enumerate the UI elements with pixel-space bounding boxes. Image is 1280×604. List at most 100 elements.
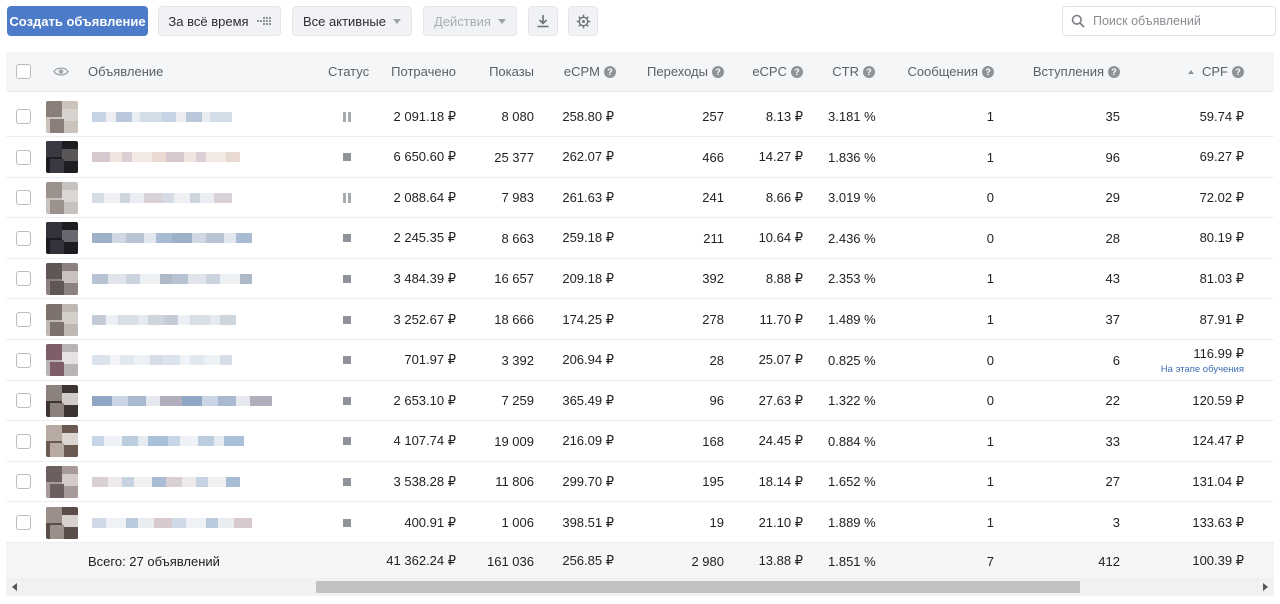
period-button[interactable]: За всё время bbox=[158, 6, 281, 36]
row-checkbox-cell[interactable] bbox=[16, 178, 32, 217]
ad-thumbnail[interactable] bbox=[46, 262, 78, 295]
row-checkbox-cell[interactable] bbox=[16, 341, 32, 380]
row-checkbox-cell[interactable] bbox=[16, 259, 32, 298]
stop-icon[interactable] bbox=[343, 153, 351, 162]
select-all-checkbox[interactable] bbox=[16, 64, 31, 79]
stop-icon[interactable] bbox=[343, 356, 351, 365]
learning-stage-note[interactable]: На этапе обучения bbox=[1161, 364, 1244, 375]
ad-name[interactable] bbox=[92, 97, 292, 136]
row-checkbox[interactable] bbox=[16, 149, 31, 165]
filter-dropdown[interactable]: Все активные bbox=[292, 6, 412, 36]
ad-name[interactable] bbox=[92, 341, 292, 380]
stop-icon[interactable] bbox=[343, 396, 351, 405]
actions-dropdown[interactable]: Действия bbox=[423, 6, 517, 36]
stop-icon[interactable] bbox=[343, 437, 351, 446]
ad-thumbnail[interactable] bbox=[46, 425, 78, 458]
row-checkbox[interactable] bbox=[16, 109, 31, 124]
table-row[interactable]: 2 653.10 ₽ 7 259 365.49 ₽ 96 27.63 ₽ 1.322 % 0… bbox=[6, 381, 1274, 422]
row-checkbox-cell[interactable] bbox=[16, 138, 32, 177]
ad-thumbnail[interactable] bbox=[46, 303, 78, 336]
help-icon[interactable]: ? bbox=[791, 65, 803, 78]
ad-name[interactable] bbox=[92, 259, 292, 298]
stop-icon[interactable] bbox=[343, 315, 351, 324]
create-ad-button[interactable]: Создать объявление bbox=[7, 6, 148, 36]
table-row[interactable]: 2 245.35 ₽ 8 663 259.18 ₽ 211 10.64 ₽ 2.436 %… bbox=[6, 218, 1274, 259]
visibility-toggle[interactable] bbox=[53, 52, 71, 91]
help-icon[interactable]: ? bbox=[604, 65, 616, 78]
ad-name[interactable] bbox=[92, 300, 292, 339]
scrollbar-thumb[interactable] bbox=[316, 581, 1080, 593]
column-messages[interactable]: Сообщения? bbox=[886, 52, 994, 91]
horizontal-scrollbar[interactable] bbox=[6, 578, 1274, 596]
table-row[interactable]: 3 252.67 ₽ 18 666 174.25 ₽ 278 11.70 ₽ 1.489 … bbox=[6, 300, 1274, 340]
ad-thumbnail[interactable] bbox=[46, 141, 78, 174]
table-row[interactable]: 6 650.60 ₽ 25 377 262.07 ₽ 466 14.27 ₽ 1.836 … bbox=[6, 137, 1274, 178]
ad-name[interactable] bbox=[92, 422, 292, 461]
pause-icon[interactable] bbox=[343, 192, 351, 203]
column-ecpm[interactable]: eCPM? bbox=[546, 52, 616, 91]
ad-name[interactable] bbox=[92, 178, 292, 217]
row-checkbox-cell[interactable] bbox=[16, 422, 32, 461]
column-status-label: Статус bbox=[328, 64, 370, 79]
row-checkbox-cell[interactable] bbox=[16, 97, 32, 136]
help-icon[interactable]: ? bbox=[1108, 65, 1120, 78]
search-input[interactable]: Поиск объявлений bbox=[1062, 6, 1276, 36]
settings-button[interactable] bbox=[568, 6, 598, 36]
table-row[interactable]: 2 088.64 ₽ 7 983 261.63 ₽ 241 8.66 ₽ 3.019 % 0… bbox=[6, 178, 1274, 219]
ad-thumbnail[interactable] bbox=[46, 384, 78, 417]
row-checkbox[interactable] bbox=[16, 312, 31, 327]
ad-thumbnail[interactable] bbox=[46, 506, 78, 539]
table-row[interactable]: 3 484.39 ₽ 16 657 209.18 ₽ 392 8.88 ₽ 2.353 %… bbox=[6, 259, 1274, 300]
row-checkbox[interactable] bbox=[16, 474, 31, 490]
help-icon[interactable]: ? bbox=[712, 65, 724, 78]
ad-name[interactable] bbox=[92, 503, 292, 542]
row-checkbox-cell[interactable] bbox=[16, 300, 32, 339]
column-impressions[interactable]: Показы bbox=[466, 52, 534, 91]
select-all-checkbox-cell[interactable] bbox=[16, 52, 32, 91]
row-checkbox[interactable] bbox=[16, 271, 31, 287]
table-row[interactable]: 400.91 ₽ 1 006 398.51 ₽ 19 21.10 ₽ 1.889 % 1 3 1… bbox=[6, 503, 1274, 543]
row-checkbox[interactable] bbox=[16, 230, 31, 246]
column-cpf[interactable]: CPF? bbox=[1156, 52, 1244, 91]
row-checkbox-cell[interactable] bbox=[16, 219, 32, 258]
download-button[interactable] bbox=[528, 6, 558, 36]
row-checkbox-cell[interactable] bbox=[16, 381, 32, 420]
stop-icon[interactable] bbox=[343, 518, 351, 527]
table-row[interactable]: 4 107.74 ₽ 19 009 216.09 ₽ 168 24.45 ₽ 0.884 … bbox=[6, 421, 1274, 462]
column-joins[interactable]: Вступления? bbox=[1006, 52, 1120, 91]
ad-name[interactable] bbox=[92, 138, 292, 177]
pause-icon[interactable] bbox=[343, 111, 351, 122]
ad-name[interactable] bbox=[92, 462, 292, 501]
ad-thumbnail[interactable] bbox=[46, 222, 78, 255]
help-icon[interactable]: ? bbox=[1232, 65, 1244, 78]
ad-name[interactable] bbox=[92, 219, 292, 258]
row-checkbox[interactable] bbox=[16, 352, 31, 368]
ad-name[interactable] bbox=[92, 381, 292, 420]
column-ctr[interactable]: CTR? bbox=[816, 52, 875, 91]
column-spent[interactable]: Потрачено bbox=[376, 52, 456, 91]
ad-thumbnail[interactable] bbox=[46, 344, 78, 377]
column-ad[interactable]: Объявление bbox=[88, 52, 163, 91]
stop-icon[interactable] bbox=[343, 477, 351, 486]
scroll-left-icon[interactable] bbox=[12, 583, 17, 591]
stop-icon[interactable] bbox=[343, 234, 351, 243]
row-checkbox[interactable] bbox=[16, 190, 31, 206]
ad-thumbnail[interactable] bbox=[46, 100, 78, 133]
column-ecpc[interactable]: eCPC? bbox=[736, 52, 803, 91]
column-clicks[interactable]: Переходы? bbox=[626, 52, 724, 91]
table-row[interactable]: 3 538.28 ₽ 11 806 299.70 ₽ 195 18.14 ₽ 1.652 … bbox=[6, 462, 1274, 503]
table-row[interactable]: 2 091.18 ₽ 8 080 258.80 ₽ 257 8.13 ₽ 3.181 % 1… bbox=[6, 97, 1274, 137]
row-checkbox[interactable] bbox=[16, 433, 31, 449]
table-row[interactable]: 701.97 ₽3 392 206.94 ₽28 25.07 ₽0.825 % 0 6 1… bbox=[6, 340, 1274, 381]
row-checkbox-cell[interactable] bbox=[16, 503, 32, 542]
row-checkbox[interactable] bbox=[16, 393, 31, 409]
row-checkbox[interactable] bbox=[16, 515, 31, 530]
column-status[interactable]: Статус bbox=[328, 52, 369, 91]
help-icon[interactable]: ? bbox=[863, 65, 875, 78]
row-checkbox-cell[interactable] bbox=[16, 462, 32, 501]
stop-icon[interactable] bbox=[343, 274, 351, 283]
ad-thumbnail[interactable] bbox=[46, 181, 78, 214]
scroll-right-icon[interactable] bbox=[1263, 583, 1268, 591]
help-icon[interactable]: ? bbox=[982, 65, 994, 78]
ad-thumbnail[interactable] bbox=[46, 465, 78, 498]
